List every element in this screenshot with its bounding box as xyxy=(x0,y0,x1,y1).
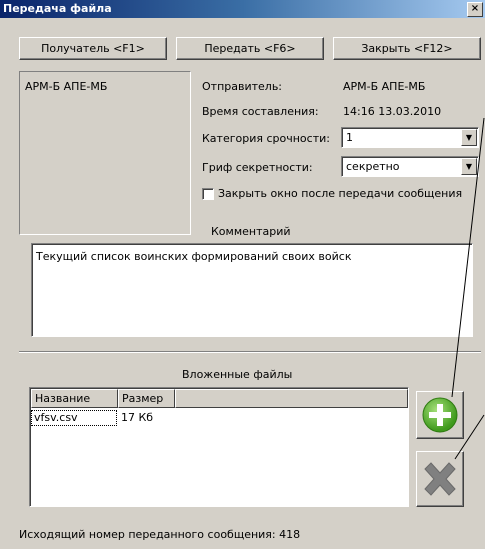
column-header-empty xyxy=(175,389,408,408)
time-label: Время составления: xyxy=(202,105,319,118)
close-after-checkbox[interactable] xyxy=(202,188,214,200)
recipient-item[interactable]: АРМ-Б АПЕ-МБ xyxy=(25,80,107,93)
close-icon: × xyxy=(470,3,480,14)
close-window-button[interactable]: × xyxy=(467,2,483,17)
recipient-button[interactable]: Получатель <F1> xyxy=(19,37,167,60)
comment-text: Текущий список воинских формирований сво… xyxy=(36,250,352,263)
send-button[interactable]: Передать <F6> xyxy=(176,37,324,60)
urgency-label: Категория срочности: xyxy=(202,132,330,145)
footer-status: Исходящий номер переданного сообщения: 4… xyxy=(19,528,301,541)
remove-file-icon xyxy=(424,462,456,496)
attachments-label: Вложенные файлы xyxy=(182,368,293,381)
sender-value: АРМ-Б АПЕ-МБ xyxy=(343,80,426,93)
column-header-name[interactable]: Название xyxy=(31,389,118,408)
comment-textarea[interactable]: Текущий список воинских формирований сво… xyxy=(31,243,473,337)
time-value: 14:16 13.03.2010 xyxy=(343,105,442,118)
column-header-size[interactable]: Размер xyxy=(118,389,175,408)
sender-label: Отправитель: xyxy=(202,80,283,93)
close-after-label[interactable]: Закрыть окно после передачи сообщения xyxy=(218,187,462,200)
add-file-button[interactable] xyxy=(416,391,464,439)
secrecy-value: секретно xyxy=(346,160,400,173)
add-file-icon xyxy=(422,397,458,433)
comment-label: Комментарий xyxy=(211,225,291,238)
secrecy-label: Гриф секретности: xyxy=(202,161,313,174)
remove-file-button[interactable] xyxy=(416,451,464,507)
file-size-cell: 17 Кб xyxy=(121,411,154,424)
title-bar: Передача файла × xyxy=(0,0,485,18)
secrecy-select[interactable]: секретно ▼ xyxy=(341,156,479,177)
section-divider xyxy=(19,351,481,353)
file-name-cell[interactable]: vfsv.csv xyxy=(31,410,117,426)
chevron-down-icon[interactable]: ▼ xyxy=(461,158,477,175)
close-button[interactable]: Закрыть <F12> xyxy=(333,37,481,60)
table-row[interactable]: vfsv.csv 17 Кб xyxy=(31,410,407,427)
urgency-select[interactable]: 1 ▼ xyxy=(341,127,479,148)
urgency-value: 1 xyxy=(346,131,353,144)
window-title: Передача файла xyxy=(3,2,112,15)
attachments-table[interactable]: Название Размер vfsv.csv 17 Кб xyxy=(29,387,409,507)
recipients-list[interactable]: АРМ-Б АПЕ-МБ xyxy=(19,71,191,235)
chevron-down-icon[interactable]: ▼ xyxy=(461,129,477,146)
